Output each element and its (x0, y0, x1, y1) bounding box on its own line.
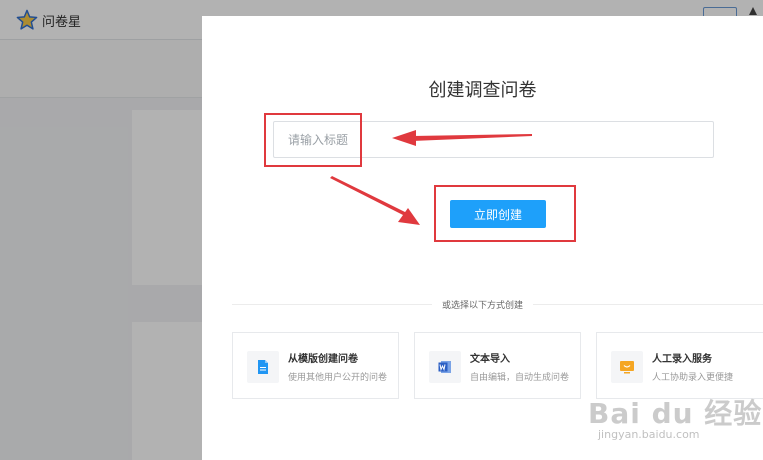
watermark-url: jingyan.baidu.com (598, 428, 700, 441)
annotation-arrows (330, 130, 532, 225)
arrow-to-input (392, 130, 532, 146)
watermark-logo: Bai du 经验 (588, 397, 763, 430)
arrow-to-button (330, 176, 420, 225)
